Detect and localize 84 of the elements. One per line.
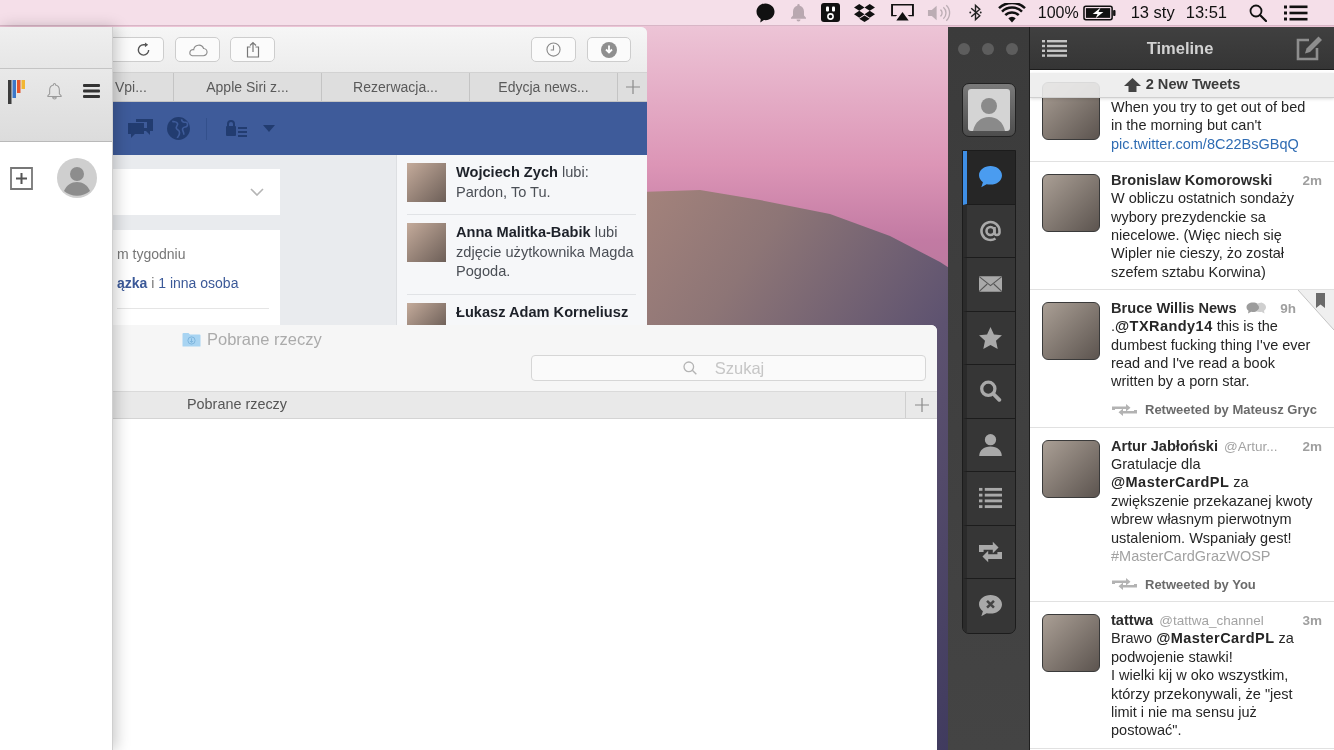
person-icon [979,433,1002,456]
mentions-tab[interactable] [962,204,1015,258]
friend-link[interactable]: ązka [117,275,148,291]
search-tab[interactable] [962,365,1015,419]
others-link[interactable]: 1 inna osoba [158,275,239,291]
cloud-icon [187,42,208,57]
battery-icon[interactable] [1082,4,1116,21]
clock-time[interactable]: 13:51 [1185,0,1227,25]
favorites-tab[interactable] [962,311,1015,365]
clock-icon [546,42,561,57]
tweet-text: W obliczu ostatnich sondaży wybory prezydenckie sa niecelowe. (Więc niech się Wipler nie cieszy, żo został szefem sztabu Korwina) [1111,189,1295,282]
account-button[interactable] [961,83,1016,137]
profile-tab[interactable] [962,418,1015,472]
logo-icon[interactable] [8,80,25,104]
search-icon [683,361,697,375]
tweet-text: .@TXRandy14 this is the dumbest fucking thing I've ever read and I've read a book written by a porn star. [1111,317,1312,391]
avatar-photo[interactable] [407,302,446,325]
tweet-time: 2m [1302,172,1322,191]
avatar-photo[interactable] [1042,439,1100,498]
speech-bubble-icon[interactable] [755,2,775,23]
window-title: Pobrane rzeczy [207,328,322,350]
activity-text: m tygodniu [117,245,187,264]
author-name[interactable]: Bruce Willis News [1111,299,1237,318]
likes-text: ązka i 1 inna osoba [117,274,240,293]
search-icon[interactable] [1249,3,1267,22]
display-icon[interactable] [889,3,915,22]
wifi-icon[interactable] [997,2,1026,23]
date-label[interactable]: 13 sty [1130,0,1175,25]
list-icon [979,487,1002,510]
reload-button[interactable] [113,37,164,62]
tweet-time: 3m [1302,612,1322,631]
bluetooth-icon[interactable] [968,3,982,22]
speech-bubble-icon [979,166,1002,189]
timeline-tab[interactable] [962,151,1015,205]
avatar-photo[interactable] [1042,614,1100,673]
reload-icon [135,42,151,57]
plus-icon [625,80,640,94]
new-tweets-button[interactable]: 2 New Tweets [1030,73,1334,98]
history-button[interactable] [531,37,576,62]
retweets-tab[interactable] [962,525,1015,579]
avatar-icon [967,89,1010,131]
menu-icon[interactable] [83,84,100,98]
tweet-time: 9h [1280,300,1296,319]
battery-percentage[interactable]: 100% [1037,0,1079,25]
at-sign-icon [979,219,1002,242]
mutes-tab[interactable] [962,579,1015,633]
plus-icon [914,398,929,412]
tweet-time: 2m [1302,437,1322,456]
activity-text: Łukasz Adam Korneliusz [456,302,630,322]
star-icon [979,326,1002,349]
messages-tab[interactable] [962,258,1015,312]
tweet-text: Brawo @MasterCardPL za podwojenie stawki! I wielki kij w oko wszystkim, którzy przekonywali, że "jest limit i nie ma sensu już postować". [1111,629,1295,740]
activity-text: Anna Malitka-Babik lubi zdjęcie użytkownika Magda Pogoda. [456,223,635,281]
author-name[interactable]: Artur Jabłoński [1111,436,1219,455]
author-name[interactable]: Bronislaw Komorowski [1111,171,1273,190]
bookmark-icon[interactable] [1298,290,1334,331]
search-icon [979,380,1002,403]
add-icon[interactable] [10,166,35,190]
up-arrow-icon [1123,78,1141,92]
author-name[interactable]: tattwa [1111,611,1154,630]
avatar-icon[interactable] [57,158,97,198]
share-button[interactable] [230,37,275,62]
avatar-photo[interactable] [1042,174,1100,233]
speech-bubble-x-icon [979,594,1002,617]
outlet-icon[interactable] [820,3,840,22]
retweet-icon [1111,577,1138,592]
download-icon [601,41,617,58]
tweet-link[interactable]: pic.twitter.com/8C22BsGBqQ [1111,135,1299,152]
folder-icon [182,331,201,347]
list-icon[interactable] [1284,4,1308,21]
box-icon[interactable] [852,2,876,23]
lists-tab[interactable] [962,472,1015,526]
list-icon[interactable] [1042,39,1067,57]
avatar-photo[interactable] [1042,302,1100,361]
share-icon [245,41,260,58]
timeline-title: Timeline [1145,37,1215,59]
retweeted-by-text: Retweeted by You [1145,575,1256,594]
retweet-icon [1111,402,1138,417]
activity-text: Wojciech Zych lubi: Pardon, To Tu. [456,163,590,202]
downloads-button[interactable] [587,37,631,62]
tweet-text: When you try to get out of bed in the morning but can't pic.twitter.com/8C22BsGBqQ [1111,98,1307,154]
retweet-icon [979,540,1002,563]
browser-tab[interactable]: Vpi... [113,73,174,101]
retweeted-by-text: Retweeted by Mateusz Gryc [1145,401,1317,420]
